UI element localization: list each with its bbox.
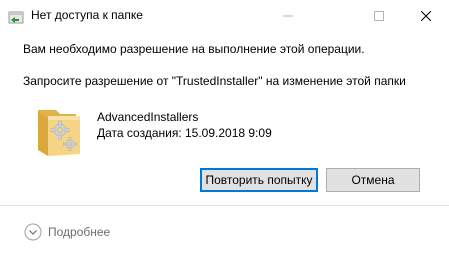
retry-button[interactable]: Повторить попытку (200, 168, 318, 192)
minimize-button[interactable] (265, 0, 311, 31)
title-bar[interactable]: Нет доступа к папке (0, 0, 449, 32)
folder-icon (36, 104, 86, 156)
chevron-down-icon[interactable] (24, 223, 42, 241)
request-permission-message: Запросите разрешение от "TrustedInstalle… (23, 74, 406, 88)
window-title: Нет доступа к папке (31, 8, 143, 22)
close-button[interactable] (403, 0, 449, 31)
folder-name: AdvancedInstallers (97, 110, 199, 124)
details-toggle[interactable]: Подробнее (24, 222, 110, 242)
maximize-button[interactable] (356, 0, 402, 31)
cancel-button[interactable]: Отмена (326, 168, 420, 192)
dialog-window: Нет доступа к папке Вам необходимо разре… (0, 0, 449, 253)
dialog-footer: Подробнее (0, 205, 449, 253)
dialog-content: Вам необходимо разрешение на выполнение … (0, 32, 449, 202)
maximize-icon (374, 10, 384, 21)
minimize-icon (283, 11, 293, 21)
details-label[interactable]: Подробнее (48, 225, 110, 239)
folder-created-date: Дата создания: 15.09.2018 9:09 (97, 126, 272, 140)
close-icon (421, 10, 431, 21)
permission-message: Вам необходимо разрешение на выполнение … (23, 42, 365, 56)
folder-access-icon (8, 9, 24, 25)
